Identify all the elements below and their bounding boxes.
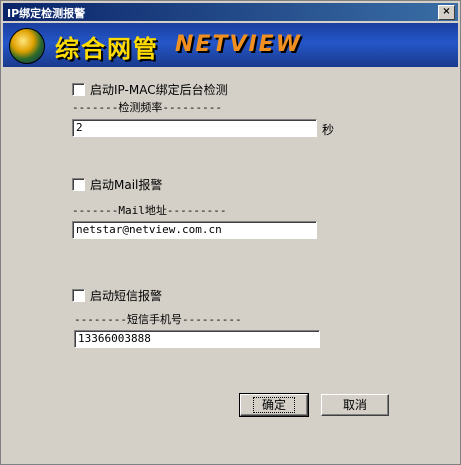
globe-logo-icon — [9, 28, 45, 64]
sms-alert-checkbox-label: 启动短信报警 — [90, 289, 163, 303]
frequency-input[interactable]: 2 — [72, 119, 317, 137]
phone-number-input[interactable]: 13366003888 — [74, 330, 320, 348]
sms-alert-checkbox[interactable] — [72, 289, 85, 302]
title-bar[interactable]: IP绑定检测报警 × — [3, 3, 458, 21]
cancel-button[interactable]: 取消 — [321, 394, 389, 416]
banner-en-text: NETVIEW — [175, 32, 302, 57]
banner: 综合网管 NETVIEW — [3, 23, 458, 67]
mail-address-input[interactable]: netstar@netview.com.cn — [72, 221, 317, 239]
frequency-section-header: -------检测频率--------- — [72, 101, 222, 114]
ok-button[interactable]: 确定 — [239, 393, 309, 417]
mail-alert-checkbox[interactable] — [72, 178, 85, 191]
phone-section-header: --------短信手机号--------- — [74, 313, 242, 326]
ip-mac-checkbox-label: 启动IP-MAC绑定后台检测 — [90, 83, 228, 97]
frequency-unit-label: 秒 — [322, 123, 335, 137]
close-button[interactable]: × — [438, 5, 455, 20]
dialog-window: IP绑定检测报警 × 综合网管 NETVIEW 启动IP-MAC绑定后台检测 -… — [0, 0, 461, 465]
ok-button-label: 确定 — [252, 397, 295, 413]
ip-mac-checkbox[interactable] — [72, 83, 85, 96]
mail-section-header: -------Mail地址--------- — [72, 204, 227, 217]
banner-cn-text: 综合网管 — [55, 35, 159, 63]
mail-alert-checkbox-label: 启动Mail报警 — [90, 178, 163, 192]
window-title: IP绑定检测报警 — [7, 7, 86, 20]
